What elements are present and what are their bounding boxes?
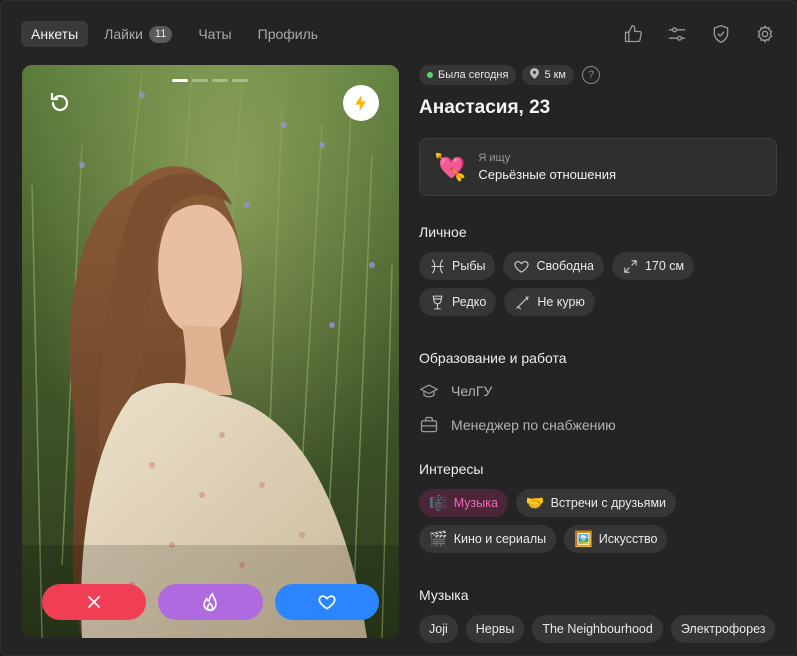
flame-icon [203,592,218,612]
tab-ankety[interactable]: Анкеты [21,21,89,47]
profile-info: Была сегодня 5 км ? Анастасия, 23 💘 Я ищ… [419,65,777,643]
help-icon[interactable]: ? [582,66,600,84]
heart-arrow-icon: 💘 [434,152,467,182]
tab-label: Лайки [104,26,143,42]
section-title-personal: Личное [419,224,467,240]
lightning-icon [355,94,366,112]
like-button[interactable] [274,584,379,620]
app-window: Анкеты Лайки 11 Чаты Профиль Была сегодн… [0,0,797,656]
photo-progress-segment [212,79,228,82]
top-nav: Анкеты Лайки 11 Чаты Профиль [21,21,328,47]
photo-actions [42,584,379,620]
sliders-icon[interactable] [666,21,688,47]
section-title-interests: Интересы [419,461,484,477]
chip-interest-friends: 🤝 Встречи с друзьями [515,489,677,517]
chip-height: 170 см [611,252,695,280]
job-row: Менеджер по снабжению [419,415,777,435]
chip-interest-music: 🎼 Музыка [419,489,508,517]
superlike-button[interactable] [158,584,263,620]
chip-music-artist: The Neighbourhood [532,615,663,643]
undo-icon[interactable] [48,91,72,115]
gear-icon[interactable] [754,21,776,47]
tab-likes[interactable]: Лайки 11 [94,21,182,47]
chip-smoking: Не курю [504,288,595,316]
thumbs-up-icon[interactable] [622,21,644,47]
chip-music-artist: Joji [419,615,458,643]
chip-label: Кино и сериалы [453,532,547,546]
heart-icon [318,595,336,610]
chip-label: Не курю [537,295,585,309]
dislike-button[interactable] [42,584,147,620]
section-title-music: Музыка [419,587,469,603]
profile-name: Анастасия, 23 [419,97,551,118]
chip-music-artist: Нервы [465,615,525,643]
no-smoking-icon [516,295,530,309]
briefcase-icon [420,416,438,433]
tab-chats[interactable]: Чаты [188,21,241,47]
profile-photo [22,65,399,638]
chip-label: Редко [452,295,487,309]
music-chips: Joji Нервы The Neighbourhood Электрофоре… [419,615,777,643]
job-text: Менеджер по снабжению [451,417,616,433]
pisces-icon [431,259,444,273]
photo-progress-segment [172,79,188,82]
tab-label: Профиль [257,26,319,42]
chip-zodiac: Рыбы [419,252,496,280]
interest-chips: 🎼 Музыка 🤝 Встречи с друзьями 🎬 Кино и сери… [419,489,777,553]
chip-label: 170 см [644,259,685,273]
looking-for-card: 💘 Я ищу Серьёзные отношения [419,138,777,196]
profile-photo-card[interactable] [22,65,399,638]
location-pin-icon [530,68,540,82]
tab-label: Анкеты [31,26,79,42]
close-icon [88,596,100,608]
online-status-badge: Была сегодня [419,65,517,85]
status-text: Была сегодня [438,69,509,81]
chip-label: Встречи с друзьями [550,496,667,510]
likes-count-badge: 11 [148,25,173,43]
distance-text: 5 км [544,69,566,81]
graduation-cap-icon [420,384,438,398]
chip-label: Рыбы [452,259,486,273]
chip-drinking: Редко [419,288,497,316]
framed-picture-icon: 🖼️ [574,530,593,548]
shield-check-icon[interactable] [710,21,732,47]
chip-label: Свободна [536,259,594,273]
tab-profile[interactable]: Профиль [248,21,328,47]
online-dot [427,72,433,78]
section-title-education: Образование и работа [419,350,567,366]
photo-progress-segment [232,79,248,82]
chip-label: Искусство [598,532,658,546]
boost-button[interactable] [343,85,379,121]
profile-meta: Была сегодня 5 км ? [419,65,777,85]
wine-glass-icon [432,295,443,309]
photo-progress [172,79,248,82]
looking-for-label: Я ищу [478,152,511,164]
handshake-icon: 🤝 [525,494,545,512]
personal-chips: Рыбы Свободна 170 см Редко Не курю [419,252,719,316]
expand-icon [624,259,637,273]
chip-interest-art: 🖼️ Искусство [564,525,668,553]
photo-progress-segment [192,79,208,82]
chip-interest-movies: 🎬 Кино и сериалы [419,525,557,553]
tab-label: Чаты [198,26,232,42]
distance-badge: 5 км [522,65,574,85]
clapperboard-icon: 🎬 [429,530,448,548]
chip-music-artist: Электрофорез [670,615,776,643]
chip-relationship: Свободна [503,252,604,280]
university-text: ЧелГУ [451,383,493,399]
looking-for-value: Серьёзные отношения [478,167,616,182]
education-row: ЧелГУ [419,381,777,401]
nav-icons [622,21,776,47]
heart-outline-icon [514,260,530,273]
chip-label: Музыка [453,496,498,510]
music-notes-icon: 🎼 [429,494,448,512]
